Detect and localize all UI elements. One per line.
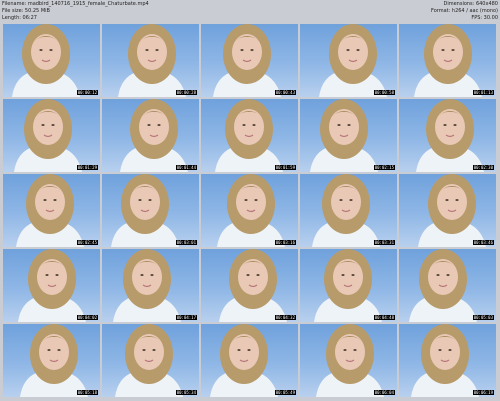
- timestamp-label: 00:02:45: [76, 240, 98, 245]
- frame-image: [219, 249, 287, 322]
- video-thumbnail: 00:03:16: [201, 174, 298, 247]
- timestamp-label: 00:01:44: [175, 165, 197, 170]
- timestamp-label: 00:01:13: [472, 90, 494, 95]
- video-info-header: Filename: madbird_140716_1915_female_Cha…: [0, 0, 500, 22]
- frame-image: [316, 324, 384, 397]
- frame-image: [210, 324, 278, 397]
- frame-image: [14, 99, 82, 172]
- fps-text: FPS: 30.00: [471, 15, 498, 21]
- frame-image: [409, 249, 477, 322]
- timestamp-label: 00:06:19: [472, 390, 494, 395]
- frame-image: [310, 99, 378, 172]
- filesize-text: File size: 50.25 MiB: [2, 8, 50, 14]
- timestamp-label: 00:04:48: [373, 315, 395, 320]
- video-thumbnail: 00:04:17: [102, 249, 199, 322]
- video-thumbnail: 00:03:31: [300, 174, 397, 247]
- video-thumbnail: 00:05:03: [399, 249, 496, 322]
- frame-image: [411, 324, 479, 397]
- info-right: Dimensions: 640x480 Format: h264 / aac (…: [431, 1, 498, 22]
- filename-text: Filename: madbird_140716_1915_female_Cha…: [2, 1, 149, 7]
- length-text: Length: 06:27: [2, 15, 37, 21]
- frame-image: [213, 24, 281, 97]
- video-thumbnail: 00:02:30: [399, 99, 496, 172]
- video-thumbnail: 00:06:04: [300, 324, 397, 397]
- frame-image: [319, 24, 387, 97]
- timestamp-label: 00:04:32: [274, 315, 296, 320]
- timestamp-label: 00:03:01: [175, 240, 197, 245]
- frame-image: [217, 174, 285, 247]
- format-text: Format: h264 / aac (mono): [431, 8, 498, 14]
- frame-image: [113, 249, 181, 322]
- contact-sheet: Filename: madbird_140716_1915_female_Cha…: [0, 0, 500, 401]
- video-thumbnail: 00:02:15: [300, 99, 397, 172]
- thumbnail-grid: 00:00:12 00:00:28 00:00:43 00:00:58 00:01:13…: [3, 24, 496, 397]
- frame-image: [18, 249, 86, 322]
- frame-image: [118, 24, 186, 97]
- timestamp-label: 00:01:59: [274, 165, 296, 170]
- video-thumbnail: 00:01:59: [201, 99, 298, 172]
- video-thumbnail: 00:06:19: [399, 324, 496, 397]
- dimensions-text: Dimensions: 640x480: [443, 1, 498, 7]
- video-thumbnail: 00:04:48: [300, 249, 397, 322]
- timestamp-label: 00:06:04: [373, 390, 395, 395]
- video-thumbnail: 00:03:01: [102, 174, 199, 247]
- timestamp-label: 00:00:58: [373, 90, 395, 95]
- frame-image: [215, 99, 283, 172]
- timestamp-label: 00:04:02: [76, 315, 98, 320]
- frame-image: [414, 24, 482, 97]
- frame-image: [12, 24, 80, 97]
- video-thumbnail: 00:03:46: [399, 174, 496, 247]
- video-thumbnail: 00:04:32: [201, 249, 298, 322]
- video-thumbnail: 00:00:58: [300, 24, 397, 97]
- info-left: Filename: madbird_140716_1915_female_Cha…: [2, 1, 149, 22]
- video-thumbnail: 00:00:43: [201, 24, 298, 97]
- video-thumbnail: 00:05:18: [3, 324, 100, 397]
- timestamp-label: 00:03:16: [274, 240, 296, 245]
- timestamp-label: 00:05:49: [274, 390, 296, 395]
- timestamp-label: 00:05:03: [472, 315, 494, 320]
- video-thumbnail: 00:00:12: [3, 24, 100, 97]
- video-thumbnail: 00:05:49: [201, 324, 298, 397]
- timestamp-label: 00:01:29: [76, 165, 98, 170]
- video-thumbnail: 00:05:34: [102, 324, 199, 397]
- timestamp-label: 00:03:31: [373, 240, 395, 245]
- video-thumbnail: 00:02:45: [3, 174, 100, 247]
- timestamp-label: 00:02:30: [472, 165, 494, 170]
- video-thumbnail: 00:01:44: [102, 99, 199, 172]
- frame-image: [312, 174, 380, 247]
- frame-image: [115, 324, 183, 397]
- timestamp-label: 00:00:12: [76, 90, 98, 95]
- frame-image: [111, 174, 179, 247]
- frame-image: [120, 99, 188, 172]
- frame-image: [314, 249, 382, 322]
- frame-image: [20, 324, 88, 397]
- video-thumbnail: 00:01:13: [399, 24, 496, 97]
- timestamp-label: 00:03:46: [472, 240, 494, 245]
- timestamp-label: 00:05:18: [76, 390, 98, 395]
- timestamp-label: 00:02:15: [373, 165, 395, 170]
- video-thumbnail: 00:00:28: [102, 24, 199, 97]
- video-thumbnail: 00:01:29: [3, 99, 100, 172]
- frame-image: [418, 174, 486, 247]
- video-thumbnail: 00:04:02: [3, 249, 100, 322]
- timestamp-label: 00:04:17: [175, 315, 197, 320]
- timestamp-label: 00:05:34: [175, 390, 197, 395]
- timestamp-label: 00:00:28: [175, 90, 197, 95]
- frame-image: [416, 99, 484, 172]
- timestamp-label: 00:00:43: [274, 90, 296, 95]
- frame-image: [16, 174, 84, 247]
